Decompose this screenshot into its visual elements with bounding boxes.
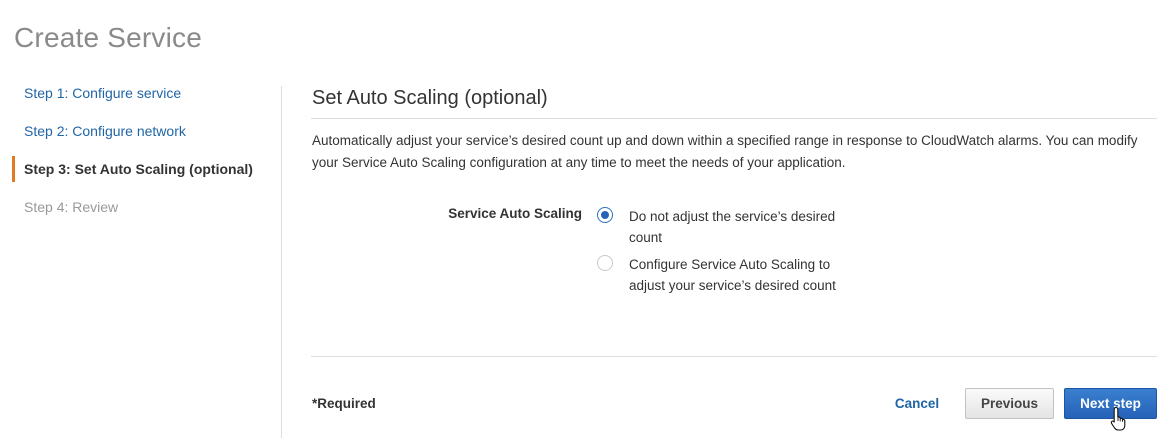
step-review: Step 4: Review (24, 199, 119, 215)
cancel-button[interactable]: Cancel (882, 388, 952, 419)
page-title: Create Service (14, 22, 202, 53)
radio-label-do-not-adjust: Do not adjust the service’s desired coun… (629, 209, 836, 245)
section-description: Automatically adjust your service’s desi… (312, 133, 1138, 170)
footer-divider (311, 356, 1157, 357)
section-title: Set Auto Scaling (optional) (312, 87, 548, 109)
section-divider (311, 118, 1157, 119)
radio-option-do-not-adjust[interactable]: Do not adjust the service’s desired coun… (597, 206, 854, 248)
next-step-button[interactable]: Next step (1064, 388, 1157, 419)
radio-label-configure-auto-scaling: Configure Service Auto Scaling to adjust… (629, 257, 836, 293)
service-auto-scaling-label: Service Auto Scaling (448, 206, 582, 221)
previous-button[interactable]: Previous (965, 388, 1054, 419)
wizard-steps-nav: Step 1: Configure service Step 2: Config… (12, 80, 272, 232)
vertical-divider (281, 86, 282, 438)
required-note: *Required (312, 396, 376, 411)
step-set-auto-scaling: Step 3: Set Auto Scaling (optional) (12, 156, 272, 182)
radio-button-unselected[interactable] (597, 255, 613, 271)
radio-button-selected[interactable] (597, 207, 613, 223)
radio-option-configure-auto-scaling[interactable]: Configure Service Auto Scaling to adjust… (597, 254, 854, 296)
step-configure-network[interactable]: Step 2: Configure network (12, 118, 272, 144)
step-configure-service[interactable]: Step 1: Configure service (12, 80, 272, 106)
